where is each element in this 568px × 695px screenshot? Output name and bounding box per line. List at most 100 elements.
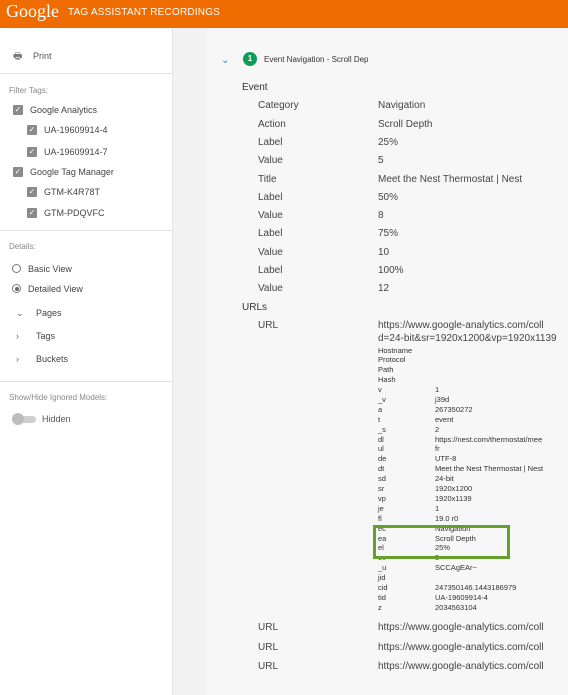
field-value: Scroll Depth [378, 119, 433, 130]
hidden-toggle-label: Hidden [42, 414, 71, 424]
param-value: 24-bit [435, 474, 454, 484]
param-key: sr [378, 484, 385, 493]
param-key: dt [378, 464, 385, 474]
field-key: Label [258, 137, 283, 148]
field-value: 75% [378, 228, 399, 239]
detailed-view-radio[interactable]: Detailed View [12, 283, 83, 294]
url-label: URL [258, 642, 279, 653]
url-value-cont: d=24-bit&sr=1920x1200&vp=1920x1139 [378, 333, 557, 344]
url-value[interactable]: https://www.google-analytics.com/coll [378, 661, 544, 672]
buckets-group-toggle[interactable]: › Buckets [16, 354, 68, 364]
pages-group-toggle[interactable]: ⌄ Pages [16, 308, 62, 319]
sidebar: 🖶 Print Filter Tags: ✓ Google Analytics ✓ U… [0, 28, 173, 695]
field-key: Label [258, 228, 283, 239]
param-key: dl [378, 434, 384, 444]
param-value: 1 [435, 503, 440, 513]
main-panel: ⌄ 1 Event Navigation - Scroll Dep Event … [207, 28, 568, 695]
param-value: 1920x1139 [435, 493, 472, 503]
field-key: Value [258, 283, 283, 294]
param-value: UTF-8 [435, 454, 457, 464]
field-key: Value [258, 155, 283, 166]
tags-group-toggle[interactable]: › Tags [16, 331, 55, 341]
chevron-down-icon: ⌄ [16, 308, 24, 318]
filter-ua-19609914-7[interactable]: ✓ UA-19609914-7 [27, 146, 108, 157]
event-section-heading: Event [242, 82, 268, 93]
app-header: Google TAG ASSISTANT RECORDINGS [0, 0, 568, 28]
param-key: _s [378, 424, 386, 434]
chevron-right-icon: › [16, 354, 19, 364]
field-value: Meet the Nest Thermostat | Nest [378, 174, 523, 185]
param-value: 2 [435, 424, 440, 434]
param-value: 19.0 r0 [435, 513, 459, 523]
url-label: URL [258, 320, 279, 331]
param-key: _v [378, 394, 386, 404]
param-key: _u [378, 563, 387, 573]
field-value: 25% [378, 137, 399, 148]
param-key: fl [378, 513, 382, 523]
field-key: Value [258, 247, 283, 258]
param-value: 1920x1200 [435, 484, 473, 493]
url-label: URL [258, 622, 279, 633]
gutter [173, 28, 207, 695]
field-key: Action [258, 119, 286, 130]
param-value: Meet the Nest Thermostat | Nest [435, 464, 544, 474]
print-label: Print [33, 51, 52, 61]
radio-unselected-icon [12, 264, 21, 274]
param-key: vp [378, 493, 386, 503]
basic-view-radio[interactable]: Basic View [12, 263, 72, 274]
checkbox-checked-icon: ✓ [27, 207, 37, 218]
param-key: cid [378, 583, 388, 592]
field-value: Navigation [378, 100, 426, 111]
param-key: je [378, 503, 384, 513]
param-value: SCCAgEAr~ [435, 563, 477, 573]
filter-gtm-k4r78t[interactable]: ✓ GTM-K4R78T [27, 186, 100, 197]
event-number-badge: 1 [243, 52, 257, 66]
radio-selected-icon [12, 284, 21, 294]
field-value: 5 [378, 155, 384, 166]
filter-ua-19609914-4[interactable]: ✓ UA-19609914-4 [27, 124, 108, 135]
field-key: Category [258, 100, 299, 111]
param-key: t [378, 414, 381, 424]
filter-tags-heading: Filter Tags: [9, 86, 48, 95]
filter-gtm-pdqvfc[interactable]: ✓ GTM-PDQVFC [27, 207, 105, 218]
url-value[interactable]: https://www.google-analytics.com/coll [378, 320, 544, 331]
param-key: tid [378, 592, 386, 602]
param-value: fr [435, 444, 440, 454]
url-heading-protocol: Protocol [378, 355, 406, 364]
print-button[interactable]: 🖶 Print [13, 49, 52, 66]
field-value: 12 [378, 283, 390, 294]
chevron-right-icon: › [16, 331, 19, 341]
url-value[interactable]: https://www.google-analytics.com/coll [378, 622, 544, 633]
hidden-models-toggle[interactable] [12, 413, 38, 425]
divider [0, 381, 172, 382]
details-heading: Details: [9, 242, 36, 251]
url-value[interactable]: https://www.google-analytics.com/coll [378, 642, 544, 653]
url-label: URL [258, 661, 279, 672]
param-value: UA-19609914-4 [435, 592, 488, 602]
param-key: sd [378, 474, 386, 484]
field-key: Label [258, 265, 283, 276]
param-key: a [378, 404, 383, 414]
field-value: 100% [378, 265, 404, 276]
field-value: 50% [378, 192, 399, 203]
filter-google-analytics[interactable]: ✓ Google Analytics [13, 104, 97, 115]
param-value: 2034563104 [435, 602, 477, 612]
checkbox-checked-icon: ✓ [27, 186, 37, 197]
field-key: Label [258, 192, 283, 203]
field-value: 8 [378, 210, 384, 221]
toggle-knob [12, 413, 24, 425]
param-key: z [378, 602, 382, 612]
checkbox-checked-icon: ✓ [27, 146, 37, 157]
filter-google-tag-manager[interactable]: ✓ Google Tag Manager [13, 166, 114, 177]
param-value: 247350146.1443186979 [435, 583, 517, 592]
divider [0, 230, 172, 231]
show-hide-heading: Show/Hide Ignored Models: [9, 393, 108, 402]
param-value: event [435, 414, 454, 424]
checkbox-checked-icon: ✓ [27, 124, 37, 135]
highlight-box [373, 525, 510, 559]
app-title: TAG ASSISTANT RECORDINGS [68, 7, 221, 18]
field-key: Value [258, 210, 283, 221]
field-value: 10 [378, 247, 390, 258]
chevron-down-icon[interactable]: ⌄ [221, 55, 229, 66]
event-title: Event Navigation - Scroll Dep [264, 55, 369, 64]
